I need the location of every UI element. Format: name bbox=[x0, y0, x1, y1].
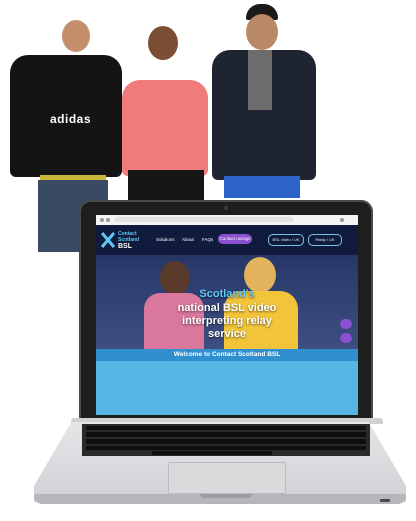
hero-heading-line4: service bbox=[208, 328, 246, 340]
nav-link-faqs[interactable]: FAQs bbox=[202, 237, 213, 242]
chat-icon[interactable] bbox=[340, 319, 352, 329]
laptop-screen: Contact Scotland BSL Solutions About FAQ… bbox=[96, 215, 358, 415]
nav-link-solutions[interactable]: Solutions bbox=[156, 237, 175, 242]
person-middle-head bbox=[148, 26, 178, 60]
person-middle-trousers bbox=[128, 170, 204, 200]
person-right-head bbox=[246, 14, 278, 50]
back-icon[interactable] bbox=[100, 218, 104, 222]
welcome-banner: Welcome to Contact Scotland BSL bbox=[96, 349, 358, 361]
person-left-head bbox=[62, 20, 90, 52]
hero-heading-line2: national BSL video bbox=[177, 302, 277, 314]
status-led bbox=[380, 499, 390, 502]
nav-cta-button[interactable]: Contact us/sign bbox=[218, 234, 252, 244]
scarf bbox=[248, 50, 272, 110]
hero-heading-line1: Scotland's bbox=[199, 288, 255, 300]
person-right-shorts bbox=[224, 176, 300, 198]
website-hero: Contact Scotland BSL Solutions About FAQ… bbox=[96, 225, 358, 349]
hero-heading-line3: interpreting relay bbox=[182, 315, 272, 327]
key-row-number bbox=[86, 432, 366, 437]
brand-sub: BSL bbox=[118, 243, 132, 250]
site-nav: Contact Scotland BSL Solutions About FAQ… bbox=[96, 225, 358, 255]
contact-scotland-x-icon bbox=[101, 232, 115, 248]
key-row-home bbox=[86, 446, 366, 450]
nav-link-about[interactable]: About bbox=[182, 237, 194, 242]
menu-icon[interactable] bbox=[340, 218, 344, 222]
key-row-top bbox=[86, 439, 366, 444]
key-row-function bbox=[86, 426, 366, 430]
video-call-icon[interactable] bbox=[340, 333, 352, 343]
spacebar bbox=[152, 451, 272, 455]
nav-pill-relay[interactable]: Relay / UK bbox=[308, 234, 342, 246]
person-middle-sweater bbox=[122, 80, 208, 176]
nav-pill-video[interactable]: BSL video / UK bbox=[268, 234, 304, 246]
brand-logo-text[interactable]: Contact Scotland bbox=[118, 231, 139, 243]
address-bar[interactable] bbox=[114, 217, 294, 222]
reload-icon[interactable] bbox=[106, 218, 110, 222]
webcam bbox=[224, 206, 228, 210]
trackpad bbox=[168, 462, 286, 494]
lid-notch bbox=[200, 494, 252, 498]
laptop-keyboard bbox=[82, 424, 370, 456]
hoodie-brand-text: adidas bbox=[50, 112, 92, 126]
